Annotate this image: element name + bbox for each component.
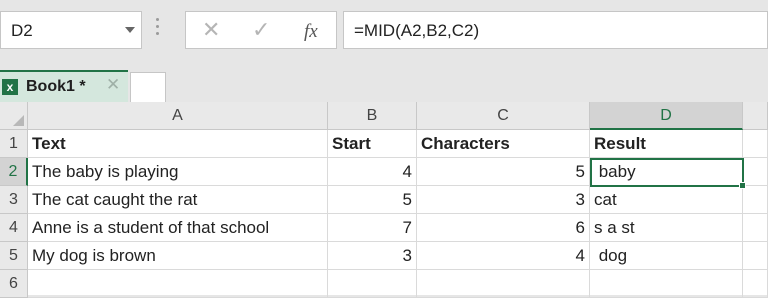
cell-e2[interactable] (743, 158, 768, 186)
cell-d2[interactable]: baby (590, 158, 743, 186)
workbook-tab-label: Book1 * (26, 78, 86, 95)
check-icon[interactable]: ✓ (252, 18, 270, 42)
cell-d4[interactable]: s a st (590, 214, 743, 242)
drag-handle-icon[interactable] (156, 18, 160, 40)
close-tab-icon[interactable]: ✕ (106, 75, 120, 95)
cell-d6[interactable] (590, 270, 743, 298)
row-header-4[interactable]: 4 (0, 214, 28, 242)
formula-buttons: ✕ ✓ fx (185, 11, 337, 49)
cell-c2[interactable]: 5 (417, 158, 590, 186)
cell-c3[interactable]: 3 (417, 186, 590, 214)
cell-d1[interactable]: Result (590, 130, 743, 158)
chevron-down-icon[interactable] (125, 27, 135, 33)
cell-b5[interactable]: 3 (328, 242, 417, 270)
cell-b6[interactable] (328, 270, 417, 298)
name-box-value: D2 (11, 21, 33, 40)
row-header-1[interactable]: 1 (0, 130, 28, 158)
column-header-b[interactable]: B (328, 102, 417, 130)
cell-b1[interactable]: Start (328, 130, 417, 158)
workbook-tab-strip: x Book1 * ✕ (0, 64, 768, 102)
fill-handle[interactable] (739, 182, 746, 189)
new-tab-button[interactable] (130, 72, 166, 102)
cell-a2[interactable]: The baby is playing (28, 158, 328, 186)
cell-e6[interactable] (743, 270, 768, 298)
cell-c6[interactable] (417, 270, 590, 298)
cell-e4[interactable] (743, 214, 768, 242)
name-box[interactable]: D2 (0, 11, 142, 49)
cell-a4[interactable]: Anne is a student of that school (28, 214, 328, 242)
column-header-c[interactable]: C (417, 102, 590, 130)
row-header-5[interactable]: 5 (0, 242, 28, 270)
cell-c1[interactable]: Characters (417, 130, 590, 158)
excel-icon: x (2, 79, 18, 95)
workbook-tab[interactable]: x Book1 * ✕ (0, 70, 128, 102)
cell-c4[interactable]: 6 (417, 214, 590, 242)
column-header-d[interactable]: D (590, 102, 743, 130)
cell-e5[interactable] (743, 242, 768, 270)
cell-d5[interactable]: dog (590, 242, 743, 270)
cell-b3[interactable]: 5 (328, 186, 417, 214)
cell-e3[interactable] (743, 186, 768, 214)
cell-a1[interactable]: Text (28, 130, 328, 158)
column-header-a[interactable]: A (28, 102, 328, 130)
spreadsheet-grid[interactable]: A B C D 1 Text Start Characters Result 2 The baby … (0, 102, 768, 298)
formula-text: =MID(A2,B2,C2) (354, 21, 480, 40)
fx-icon[interactable]: fx (304, 20, 318, 44)
cell-b2[interactable]: 4 (328, 158, 417, 186)
cell-a5[interactable]: My dog is brown (28, 242, 328, 270)
cell-c5[interactable]: 4 (417, 242, 590, 270)
close-icon[interactable]: ✕ (202, 18, 220, 42)
column-header-filler (743, 102, 768, 130)
row-header-6[interactable]: 6 (0, 270, 28, 298)
row-header-2[interactable]: 2 (0, 158, 28, 186)
formula-input[interactable]: =MID(A2,B2,C2) (343, 11, 768, 49)
cell-e1[interactable] (743, 130, 768, 158)
formula-bar-area: D2 ✕ ✓ fx =MID(A2,B2,C2) (0, 0, 768, 64)
cell-a3[interactable]: The cat caught the rat (28, 186, 328, 214)
cell-b4[interactable]: 7 (328, 214, 417, 242)
row-header-3[interactable]: 3 (0, 186, 28, 214)
cell-a6[interactable] (28, 270, 328, 298)
select-all-button[interactable] (0, 102, 28, 130)
cell-d3[interactable]: cat (590, 186, 743, 214)
